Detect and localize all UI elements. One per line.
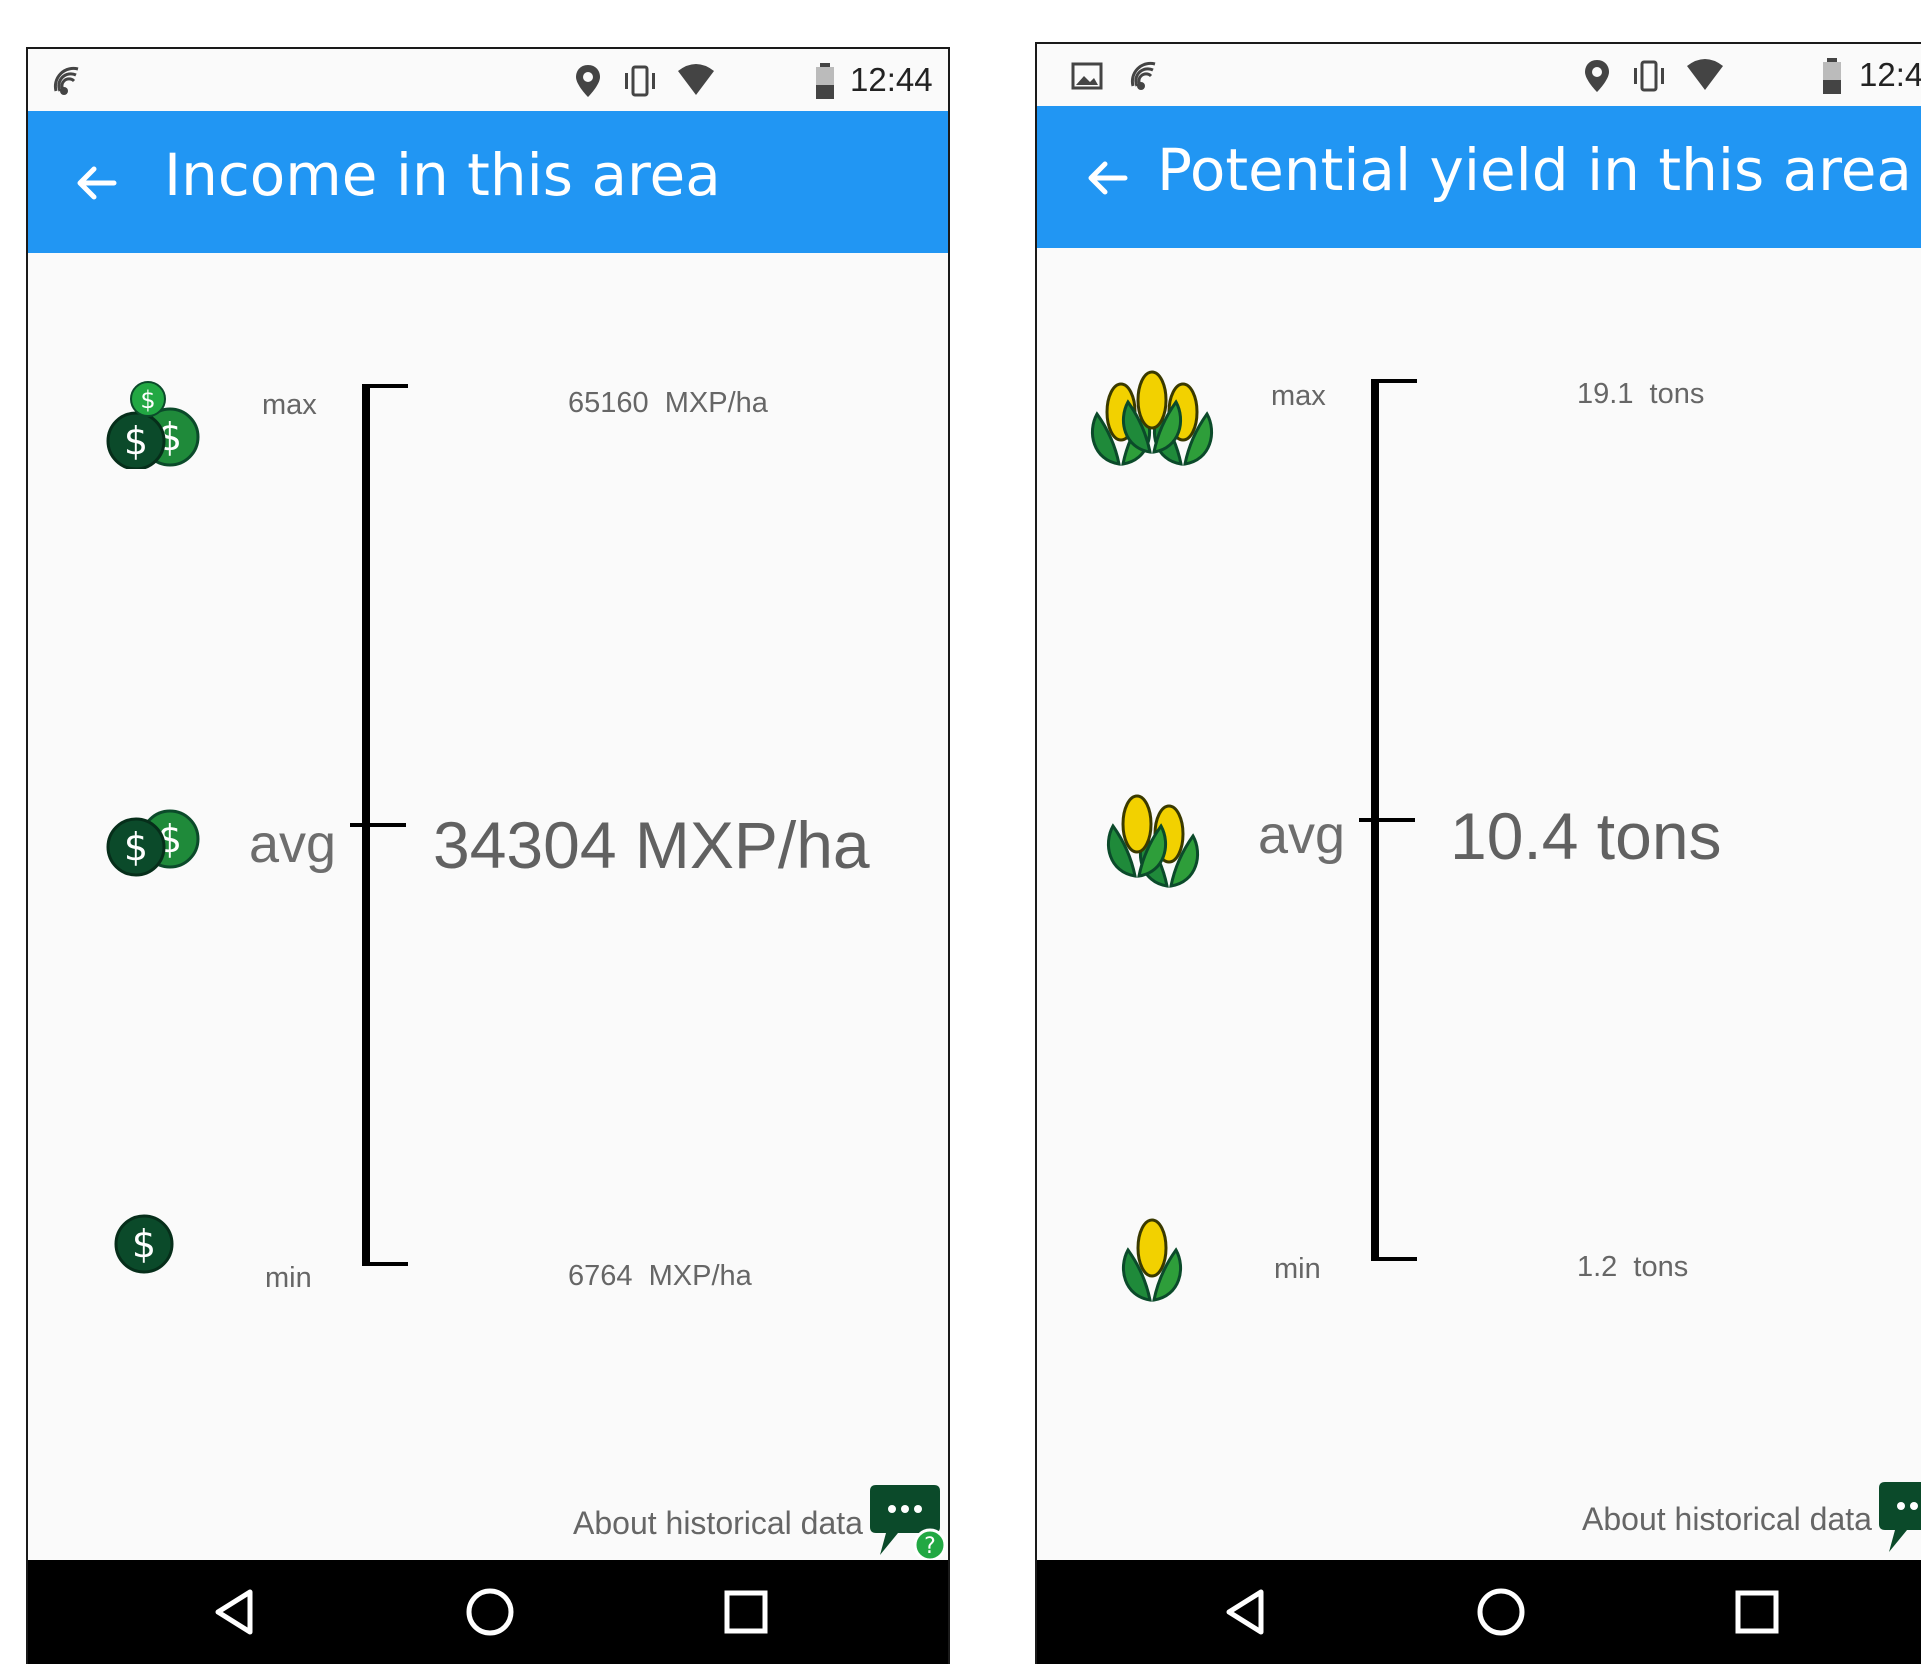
battery-icon [816, 63, 834, 99]
image-icon [1071, 62, 1103, 90]
recents-square-icon[interactable] [1727, 1582, 1787, 1642]
money-pair-icon [106, 809, 200, 877]
wifi-icon [1687, 59, 1723, 90]
avg-value: 10.4 tons [1450, 799, 1722, 873]
back-triangle-icon[interactable] [204, 1582, 264, 1642]
range-bar [1359, 379, 1417, 1261]
max-label: max [262, 389, 317, 421]
min-value: 6764 MXP/ha [568, 1260, 752, 1292]
yield-screen: 12:4 Potential yield in this area max 19… [1035, 42, 1921, 1664]
page-title: Potential yield in this area [1157, 136, 1912, 204]
status-bar: 12:44 [28, 49, 948, 111]
about-historical-data-link[interactable]: About historical data [1582, 1501, 1872, 1538]
chat-help-icon[interactable]: ? [864, 1481, 948, 1565]
about-historical-data-link[interactable]: About historical data [573, 1505, 863, 1542]
cast-icon [1130, 61, 1156, 90]
status-clock: 12:44 [850, 61, 933, 98]
min-label: min [1274, 1253, 1321, 1285]
corn-icon [1121, 1218, 1183, 1302]
vibrate-icon [625, 65, 655, 97]
min-label: min [265, 1262, 312, 1294]
avg-value: 34304 MXP/ha [433, 808, 870, 882]
location-icon [1585, 60, 1609, 92]
arrow-back-icon[interactable] [70, 157, 122, 209]
single-coin-icon [114, 1214, 174, 1274]
avg-label: avg [249, 814, 337, 874]
navigation-bar [28, 1560, 948, 1664]
status-clock: 12:4 [1859, 56, 1921, 93]
income-screen: 12:44 Income in this area max 65160 MXP/… [26, 47, 950, 1664]
svg-text:?: ? [924, 1534, 936, 1559]
app-bar: Income in this area [28, 111, 948, 253]
home-circle-icon[interactable] [1471, 1582, 1531, 1642]
max-label: max [1271, 380, 1326, 412]
page-title: Income in this area [164, 141, 721, 209]
chat-help-icon[interactable] [1873, 1478, 1921, 1562]
corn-pair-icon [1106, 794, 1200, 888]
cast-icon [53, 66, 79, 95]
back-triangle-icon[interactable] [1215, 1582, 1275, 1642]
vibrate-icon [1634, 60, 1664, 92]
range-bar [350, 384, 408, 1266]
wifi-icon [678, 64, 714, 95]
navigation-bar [1037, 1560, 1921, 1664]
arrow-back-icon[interactable] [1081, 152, 1133, 204]
avg-label: avg [1258, 805, 1346, 865]
max-value: 65160 MXP/ha [568, 387, 768, 419]
home-circle-icon[interactable] [460, 1582, 520, 1642]
min-value: 1.2 tons [1577, 1251, 1689, 1283]
status-bar: 12:4 [1037, 44, 1921, 106]
recents-square-icon[interactable] [716, 1582, 776, 1642]
max-value: 19.1 tons [1577, 378, 1705, 410]
app-bar: Potential yield in this area [1037, 106, 1921, 248]
corn-bunch-icon [1090, 370, 1214, 466]
battery-icon [1823, 58, 1841, 94]
location-icon [576, 65, 600, 97]
money-stack-icon [106, 381, 200, 469]
